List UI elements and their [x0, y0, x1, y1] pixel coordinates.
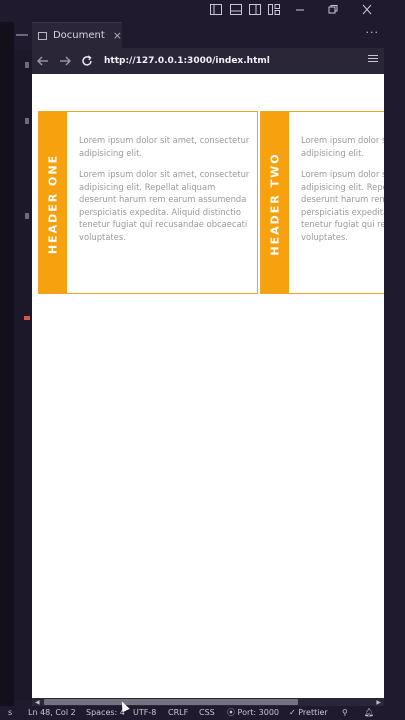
activity-bar — [0, 0, 14, 720]
status-fragment: s — [8, 708, 13, 717]
status-cursor-position[interactable]: Ln 48, Col 2 — [28, 706, 76, 720]
card-body: Lorem ipsum dolor sit amet, consectetur … — [301, 134, 384, 243]
minimize-icon[interactable] — [294, 4, 308, 17]
restore-icon[interactable] — [327, 4, 341, 17]
status-eol[interactable]: CRLF — [168, 706, 188, 720]
browser-tab-document[interactable]: Document × — [32, 22, 122, 48]
status-bar: s Ln 48, Col 2 Spaces: 4 UTF-8 CRLF CSS … — [0, 706, 405, 720]
card-paragraph: Lorem ipsum dolor sit amet, consectetur … — [301, 169, 384, 242]
scroll-left-icon[interactable]: ◀ — [35, 699, 40, 706]
more-actions-icon[interactable]: ··· — [366, 26, 380, 39]
status-language[interactable]: CSS — [199, 706, 215, 720]
toggle-panel-icon[interactable] — [230, 4, 244, 17]
card-header-band: HEADER ONE — [39, 112, 67, 293]
card-paragraph: Lorem ipsum dolor sit amet, consectetur … — [79, 135, 250, 158]
card-header-band: HEADER TWO — [261, 112, 289, 293]
broadcast-icon: ⦿ — [227, 708, 238, 717]
card-paragraph: Lorem ipsum dolor sit amet, consectetur … — [301, 135, 384, 158]
bell-icon[interactable]: 🔔︎ — [364, 706, 374, 720]
menu-icon[interactable] — [368, 55, 378, 65]
accounts-icon[interactable]: ⚲ — [342, 706, 348, 720]
status-encoding[interactable]: UTF-8 — [133, 706, 156, 720]
gutter-marker — [25, 118, 29, 124]
scrollbar-thumb[interactable] — [44, 699, 298, 705]
status-port-label: Port: 3000 — [237, 708, 280, 717]
card-two: HEADER TWO Lorem ipsum dolor sit amet, c… — [260, 111, 384, 294]
reload-button[interactable] — [76, 48, 98, 74]
document-icon — [38, 31, 47, 40]
status-indentation[interactable]: Spaces: 4 — [86, 706, 125, 720]
reload-icon — [82, 55, 92, 66]
arrow-left-icon — [37, 56, 48, 66]
browser-viewport: HEADER ONE Lorem ipsum dolor sit amet, c… — [32, 74, 384, 698]
card-one: HEADER ONE Lorem ipsum dolor sit amet, c… — [38, 111, 258, 294]
close-tab-icon[interactable]: × — [113, 29, 122, 42]
customize-layout-icon[interactable] — [268, 4, 282, 17]
horizontal-scrollbar[interactable]: ◀ ▶ — [32, 698, 384, 706]
editor-gutter — [14, 50, 32, 700]
editor-tab-fragment — [14, 22, 32, 48]
arrow-right-icon — [60, 56, 71, 66]
double-check-icon: ✓ — [289, 708, 299, 717]
status-prettier[interactable]: ✓ Prettier — [289, 706, 328, 720]
address-bar: http://127.0.0.1:3000/index.html — [32, 48, 384, 74]
card-paragraph: Lorem ipsum dolor sit amet, consectetur … — [79, 169, 250, 242]
toggle-secondary-sidebar-icon[interactable] — [249, 4, 263, 17]
tab-title: Document — [52, 30, 105, 41]
url-field[interactable]: http://127.0.0.1:3000/index.html — [104, 56, 270, 66]
card-header: HEADER TWO — [268, 152, 282, 256]
close-window-icon[interactable] — [361, 4, 375, 17]
forward-button[interactable] — [54, 48, 76, 74]
card-header: HEADER ONE — [46, 153, 60, 255]
title-bar — [0, 0, 405, 22]
gutter-marker — [25, 62, 29, 68]
status-prettier-label: Prettier — [298, 708, 328, 717]
gutter-error-marker — [24, 316, 30, 320]
back-button[interactable] — [32, 48, 54, 74]
card-body: Lorem ipsum dolor sit amet, consectetur … — [79, 134, 251, 243]
status-port[interactable]: ⦿ Port: 3000 — [227, 706, 279, 720]
gutter-marker — [25, 213, 29, 219]
toggle-primary-sidebar-icon[interactable] — [210, 4, 224, 17]
scroll-right-icon[interactable]: ▶ — [376, 699, 381, 706]
